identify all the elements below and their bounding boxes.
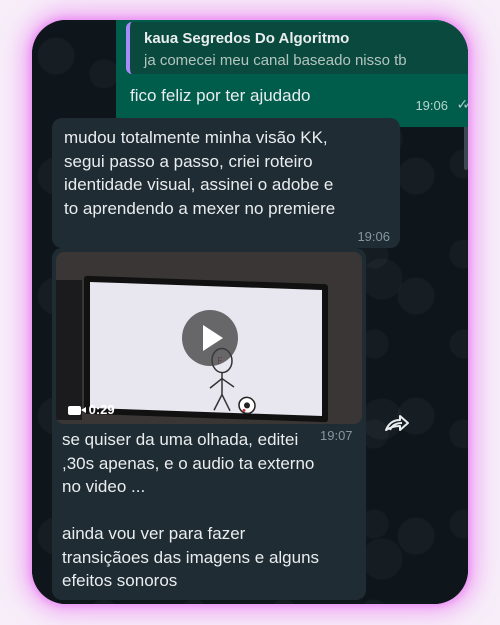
video-duration-text: 0:29 <box>88 402 115 417</box>
quote-author: kaua Segredos Do Algoritmo <box>144 30 350 47</box>
message-line: ainda vou ver para fazer <box>62 524 246 543</box>
message-line: efeitos sonoros <box>62 571 178 590</box>
message-text: se quiser da uma olhada, editei ,30s ape… <box>62 428 362 593</box>
incoming-video-message[interactable]: F 0:29 <box>52 248 366 600</box>
video-duration: 0:29 <box>68 402 115 417</box>
monitor-edge <box>56 280 82 420</box>
message-text: mudou totalmente minha visão KK, segui p… <box>64 126 394 220</box>
quote-text: ja comecei meu canal baseado nisso tb <box>144 52 407 69</box>
double-check-icon: ✓✓ <box>456 96 468 112</box>
message-text: fico feliz por ter ajudado <box>130 86 311 105</box>
message-line: to aprendendo a mexer no premiere <box>64 198 336 218</box>
message-line: mudou totalmente minha visão KK, <box>64 128 328 147</box>
message-time: 19:06 <box>415 98 448 113</box>
incoming-message[interactable]: mudou totalmente minha visão KK, segui p… <box>52 118 400 248</box>
video-thumbnail[interactable]: F 0:29 <box>56 252 362 424</box>
forward-icon[interactable] <box>384 414 410 440</box>
play-icon <box>203 325 223 351</box>
play-button[interactable] <box>182 310 238 366</box>
message-line: no video ... <box>62 477 146 496</box>
message-line: ,30s apenas, e o audio ta externo <box>62 453 315 473</box>
video-camera-icon <box>68 406 86 416</box>
message-line: se quiser da uma olhada, editei <box>62 430 299 449</box>
message-time: 19:06 <box>357 229 390 244</box>
message-line: segui passo a passo, criei roteiro <box>64 151 313 171</box>
quoted-message[interactable]: kaua Segredos Do Algoritmo ja comecei me… <box>126 22 468 74</box>
outgoing-message[interactable]: kaua Segredos Do Algoritmo ja comecei me… <box>116 20 468 127</box>
message-time: 19:07 <box>320 428 353 443</box>
phone-frame: kaua Segredos Do Algoritmo ja comecei me… <box>32 20 468 604</box>
message-line <box>62 499 362 523</box>
message-line: transiçãoes das imagens e alguns <box>62 547 320 567</box>
message-line: identidade visual, assinei o adobe e <box>64 175 334 194</box>
